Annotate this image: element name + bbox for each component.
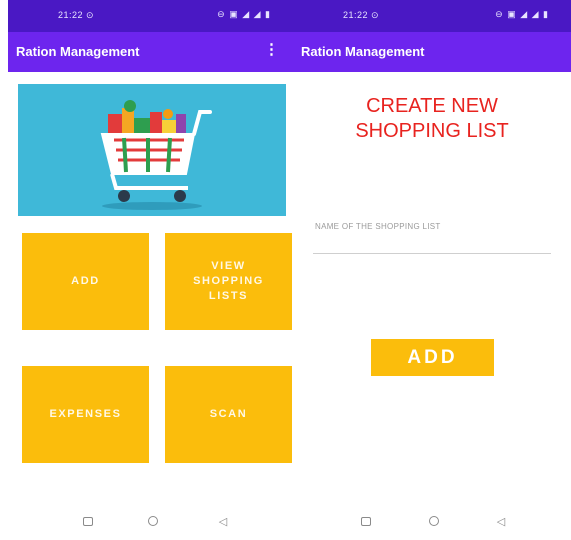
square-icon [361,516,371,526]
back-triangle-icon: ◁ [496,515,506,528]
main-screen: 21:22 ⊙ ⊖ ▣ ◢ ◢ ▮ Ration Management ⋮ AD… [8,0,293,540]
status-icons: ⊖ ▣ ◢ ◢ ▮ [217,9,271,19]
system-nav-bar: ◁ [8,505,293,540]
recents-button[interactable] [356,511,376,531]
system-nav-bar: ◁ [293,505,571,540]
square-icon [83,516,93,526]
status-time: 21:22 ⊙ [58,10,95,20]
more-vert-icon[interactable]: ⋮ [264,42,279,58]
back-triangle-icon: ◁ [218,515,228,528]
back-button[interactable]: ◁ [213,511,233,531]
recents-button[interactable] [78,511,98,531]
add-button[interactable]: ADD [371,339,494,376]
page-title-line-2: SHOPPING LIST [355,120,509,142]
app-bar: Ration Management ⋮ [8,32,293,72]
home-button[interactable] [424,511,444,531]
page-title-line-1: CREATE NEW [366,95,498,117]
expenses-tile-button[interactable]: EXPENSES [22,366,149,463]
app-title: Ration Management [301,44,425,59]
status-icons: ⊖ ▣ ◢ ◢ ▮ [495,9,549,19]
shopping-cart-banner [18,84,286,216]
shopping-cart-illustration [100,100,212,210]
view-shopping-lists-tile-button[interactable]: VIEW SHOPPING LISTS [165,233,292,330]
status-bar: 21:22 ⊙ ⊖ ▣ ◢ ◢ ▮ [293,0,571,32]
page-title: CREATE NEW SHOPPING LIST [293,94,571,144]
app-bar: Ration Management [293,32,571,72]
shopping-list-name-input[interactable] [313,214,551,254]
app-title: Ration Management [16,44,140,59]
status-bar: 21:22 ⊙ ⊖ ▣ ◢ ◢ ▮ [8,0,293,32]
create-list-screen: 21:22 ⊙ ⊖ ▣ ◢ ◢ ▮ Ration Management CREA… [293,0,571,540]
circle-icon [429,516,439,526]
status-time: 21:22 ⊙ [343,10,380,20]
add-tile-button[interactable]: ADD [22,233,149,330]
home-button[interactable] [143,511,163,531]
back-button[interactable]: ◁ [491,511,511,531]
circle-icon [148,516,158,526]
scan-tile-button[interactable]: SCAN [165,366,292,463]
